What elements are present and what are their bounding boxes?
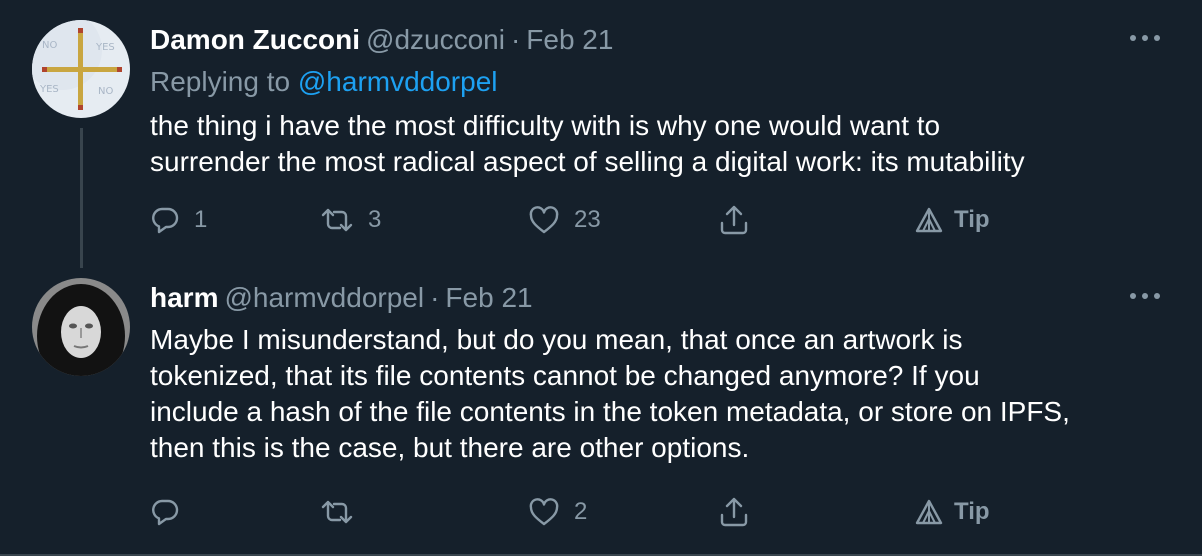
like-count: 2 <box>574 498 588 525</box>
tweet-text: the thing i have the most difficulty wit… <box>150 108 1160 180</box>
tip-button[interactable]: Tip <box>914 492 990 532</box>
reply-icon <box>152 499 179 526</box>
tweet[interactable]: NO YES YES NO Damon Zucconi @dzucconi · Feb… <box>0 0 1202 270</box>
tip-button[interactable]: Tip <box>914 200 990 240</box>
more-button[interactable] <box>1128 286 1162 306</box>
tip-label: Tip <box>954 498 990 525</box>
mention-link[interactable]: @harmvddorpel <box>298 66 498 97</box>
tweet-thread: NO YES YES NO Damon Zucconi @dzucconi · Feb… <box>0 0 1202 556</box>
tweet-header: Damon Zucconi @dzucconi · Feb 21 <box>150 22 613 58</box>
author-name[interactable]: Damon Zucconi <box>150 24 360 55</box>
like-button[interactable]: 23 <box>528 200 601 240</box>
tweet[interactable]: harm @harmvddorpel · Feb 21 Maybe I misunde… <box>0 270 1202 556</box>
tweet-text-line: then this is the case, but there are oth… <box>150 432 750 463</box>
reply-button[interactable]: 1 <box>150 200 207 240</box>
retweet-count: 3 <box>368 206 382 233</box>
more-dots-icon <box>1130 35 1160 41</box>
tweet-text-line: Maybe I misunderstand, but do you mean, … <box>150 324 963 355</box>
more-button[interactable] <box>1128 28 1162 48</box>
retweet-icon <box>321 208 353 232</box>
tip-icon <box>915 207 943 233</box>
reply-icon <box>152 207 179 234</box>
tweet-date[interactable]: Feb 21 <box>445 282 532 313</box>
reply-count: 1 <box>194 206 208 233</box>
tweet-text-line: surrender the most radical aspect of sel… <box>150 146 1025 177</box>
separator: · <box>510 24 521 55</box>
tweet-text: Maybe I misunderstand, but do you mean, … <box>150 322 1160 466</box>
author-handle[interactable]: @harmvddorpel <box>224 282 424 313</box>
author-handle[interactable]: @dzucconi <box>366 24 505 55</box>
replying-to-label: Replying to <box>150 66 291 97</box>
share-button[interactable] <box>718 200 750 240</box>
share-button[interactable] <box>718 492 750 532</box>
heart-icon <box>529 206 559 234</box>
separator: · <box>430 282 440 313</box>
avatar[interactable] <box>32 278 130 376</box>
tip-icon <box>915 499 943 525</box>
heart-icon <box>529 498 559 526</box>
cross-sticks-avatar-icon: NO YES YES NO <box>32 20 130 118</box>
avatar-mark: NO <box>42 40 57 51</box>
tweet-actions: 1 3 23 Tip <box>150 200 1010 240</box>
retweet-button[interactable]: 3 <box>320 200 381 240</box>
replying-to: Replying to @harmvddorpel <box>150 64 498 100</box>
tip-label: Tip <box>954 206 990 233</box>
retweet-icon <box>321 500 353 524</box>
tweet-header: harm @harmvddorpel · Feb 21 <box>150 280 533 316</box>
tweet-text-line: include a hash of the file contents in t… <box>150 396 1070 427</box>
like-count: 23 <box>574 206 601 233</box>
reply-button[interactable] <box>150 492 194 532</box>
hooded-face-avatar-icon <box>32 278 130 376</box>
tweet-text-line: the thing i have the most difficulty wit… <box>150 110 941 141</box>
avatar[interactable]: NO YES YES NO <box>32 20 130 118</box>
avatar-mark: YES <box>95 42 115 53</box>
tweet-text-line: tokenized, that its file contents cannot… <box>150 360 980 391</box>
avatar-mark: NO <box>98 86 113 97</box>
share-icon <box>720 205 748 235</box>
retweet-button[interactable] <box>320 492 368 532</box>
tweet-date[interactable]: Feb 21 <box>526 24 613 55</box>
author-name[interactable]: harm <box>150 282 218 313</box>
avatar-mark: YES <box>39 84 59 95</box>
tweet-actions: 2 Tip <box>150 492 1010 532</box>
like-button[interactable]: 2 <box>528 492 587 532</box>
share-icon <box>720 497 748 527</box>
more-dots-icon <box>1130 293 1160 299</box>
